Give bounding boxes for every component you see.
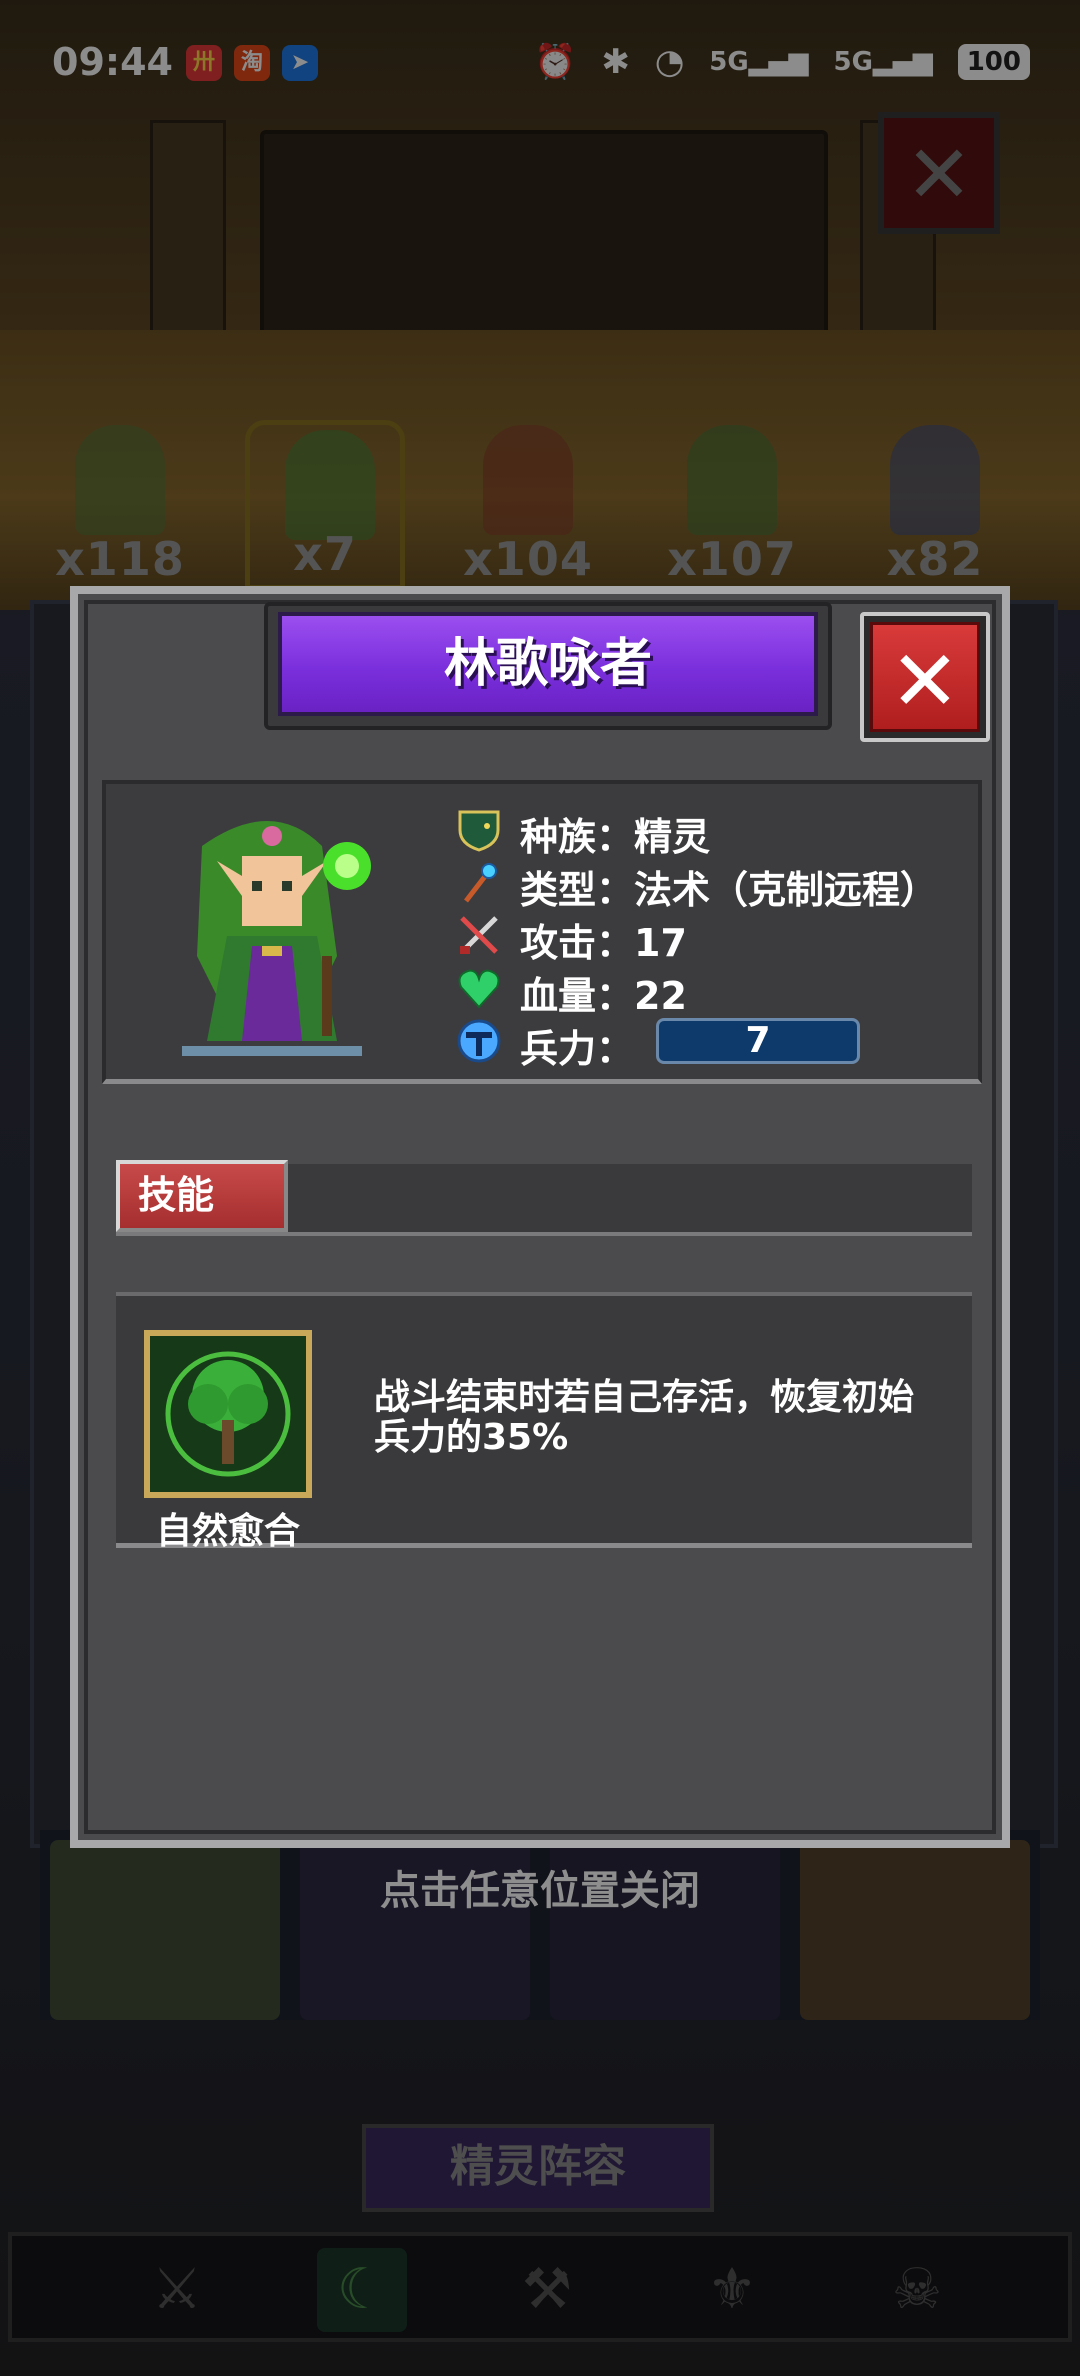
moon-star-shield-icon bbox=[458, 810, 500, 852]
stat-troops-label: 兵力： bbox=[520, 1027, 635, 1071]
unit-name-title: 林歌咏者 bbox=[278, 612, 818, 716]
unit-portrait bbox=[182, 821, 371, 1056]
tab-skills[interactable]: 技能 bbox=[116, 1160, 288, 1232]
stat-race-text: 种族：精灵 bbox=[520, 815, 711, 859]
crossed-swords-icon bbox=[460, 916, 498, 954]
skill-description: 战斗结束时若自己存活，恢复初始兵力的35% bbox=[374, 1377, 915, 1458]
tap-to-close-hint: 点击任意位置关闭 bbox=[380, 1868, 700, 1914]
title-plate: 林歌咏者 bbox=[264, 602, 832, 730]
skill-card: 自然愈合 战斗结束时若自己存活，恢复初始兵力的35% bbox=[116, 1292, 972, 1552]
stat-hp-text: 血量：22 bbox=[520, 974, 687, 1018]
stat-type-text: 类型：法术（克制远程） bbox=[520, 868, 939, 912]
nature-tree-icon bbox=[144, 1330, 312, 1498]
troops-helmet-icon bbox=[457, 1019, 501, 1063]
magic-staff-icon bbox=[464, 863, 497, 903]
heart-icon bbox=[458, 969, 500, 1009]
stat-attack-text: 攻击：17 bbox=[520, 921, 687, 965]
troop-count-box: 7 bbox=[656, 1018, 860, 1064]
unit-info-panel: 种族：精灵 类型：法术（克制远程） 攻击：17 血量：22 兵力： 7 bbox=[102, 780, 982, 1084]
close-button-face: ✕ bbox=[870, 622, 980, 732]
close-icon: ✕ bbox=[889, 632, 961, 730]
close-button[interactable]: ✕ bbox=[860, 612, 990, 742]
skill-name: 自然愈合 bbox=[155, 1511, 300, 1552]
unit-detail-dialog: 林歌咏者 ✕ 种族：精灵 类型：法术（克制远程） 攻击：17 血量：22 兵力：… bbox=[70, 586, 1010, 1848]
